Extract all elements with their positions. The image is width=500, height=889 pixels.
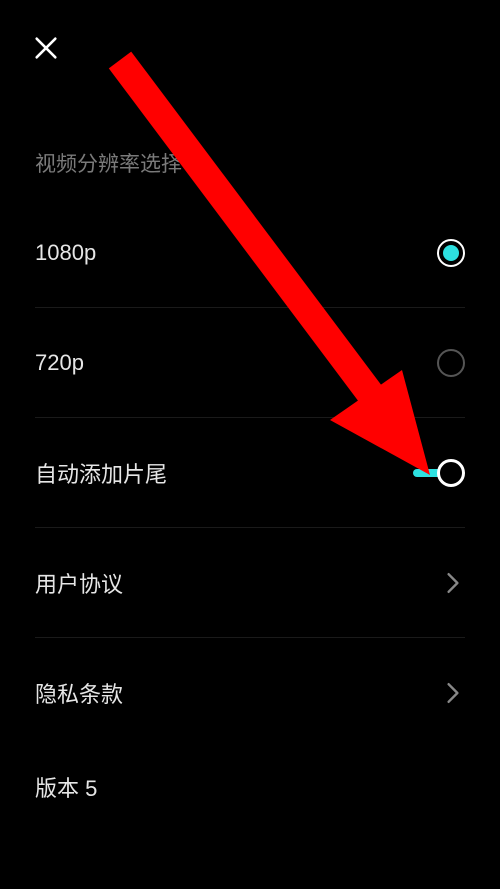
setting-label: 用户协议 [35, 567, 123, 599]
auto-tail-row: 自动添加片尾 [35, 418, 465, 528]
setting-label: 隐私条款 [35, 677, 123, 709]
chevron-right-icon [441, 681, 465, 705]
version-row: 版本 5 [35, 748, 465, 798]
toggle-thumb [437, 459, 465, 487]
close-button[interactable] [28, 32, 64, 68]
auto-tail-toggle[interactable] [413, 459, 465, 487]
option-label: 1080p [35, 240, 96, 266]
resolution-option-720p[interactable]: 720p [35, 308, 465, 418]
section-title: 视频分辨率选择 [0, 100, 500, 198]
close-icon [32, 34, 60, 67]
privacy-row[interactable]: 隐私条款 [35, 638, 465, 748]
user-agreement-row[interactable]: 用户协议 [35, 528, 465, 638]
setting-label: 版本 5 [35, 771, 97, 803]
option-label: 720p [35, 350, 84, 376]
setting-label: 自动添加片尾 [35, 457, 167, 489]
resolution-option-1080p[interactable]: 1080p [35, 198, 465, 308]
radio-unselected-icon [437, 349, 465, 377]
radio-selected-icon [437, 239, 465, 267]
chevron-right-icon [441, 571, 465, 595]
